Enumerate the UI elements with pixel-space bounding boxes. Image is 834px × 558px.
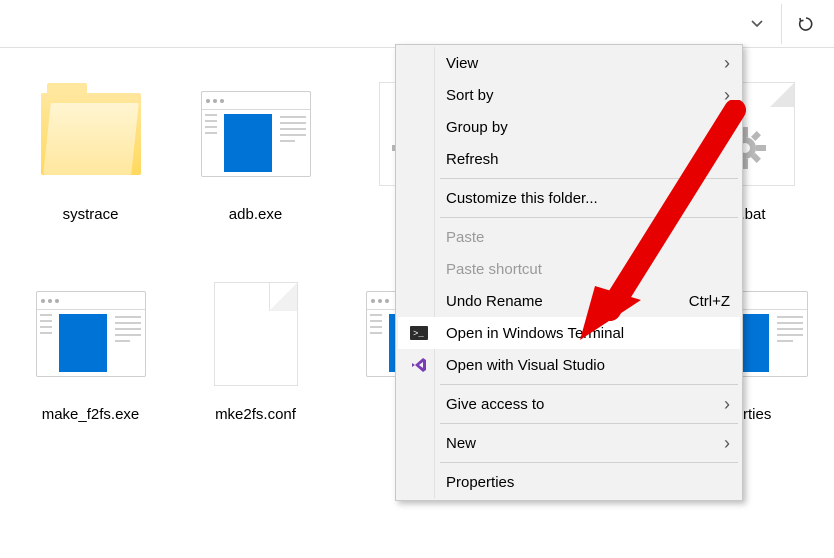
menu-item-open-visual-studio[interactable]: Open with Visual Studio: [398, 349, 740, 381]
menu-item-customize-folder[interactable]: Customize this folder...: [398, 182, 740, 214]
context-menu: View › Sort by › Group by › Refresh Cust…: [395, 44, 743, 501]
chevron-right-icon: ›: [724, 53, 730, 74]
chevron-right-icon: ›: [724, 85, 730, 106]
menu-label: New: [446, 435, 476, 452]
menu-label: Paste: [446, 229, 484, 246]
menu-label: Customize this folder...: [446, 190, 598, 207]
file-item-conf[interactable]: mke2fs.conf: [173, 266, 338, 466]
folder-icon: [31, 74, 151, 194]
menu-label: Group by: [446, 119, 508, 136]
menu-item-sort-by[interactable]: Sort by ›: [398, 79, 740, 111]
menu-label: Undo Rename: [446, 293, 543, 310]
menu-shortcut: Ctrl+Z: [689, 293, 730, 310]
file-label: adb.exe: [229, 206, 282, 223]
menu-label: Give access to: [446, 396, 544, 413]
refresh-icon: [797, 15, 815, 33]
file-item-folder[interactable]: systrace: [8, 66, 173, 266]
menu-item-give-access-to[interactable]: Give access to ›: [398, 388, 740, 420]
menu-item-group-by[interactable]: Group by ›: [398, 111, 740, 143]
file-item-exe[interactable]: adb.exe: [173, 66, 338, 266]
chevron-down-icon: [750, 17, 764, 31]
file-label: mke2fs.conf: [215, 406, 296, 423]
menu-item-paste-shortcut: Paste shortcut: [398, 253, 740, 285]
file-label: .bat: [740, 206, 765, 223]
menu-separator: [440, 178, 738, 179]
menu-separator: [440, 384, 738, 385]
menu-label: Sort by: [446, 87, 494, 104]
visual-studio-icon: [408, 354, 430, 376]
dropdown-button[interactable]: [735, 4, 779, 44]
menu-separator: [440, 423, 738, 424]
toolbar-divider: [781, 4, 782, 44]
file-label: systrace: [63, 206, 119, 223]
exe-icon: [31, 274, 151, 394]
menu-separator: [440, 462, 738, 463]
menu-label: Paste shortcut: [446, 261, 542, 278]
menu-label: Open with Visual Studio: [446, 357, 605, 374]
menu-item-paste: Paste: [398, 221, 740, 253]
refresh-button[interactable]: [784, 4, 828, 44]
menu-label: Refresh: [446, 151, 499, 168]
menu-label: Open in Windows Terminal: [446, 325, 624, 342]
menu-item-refresh[interactable]: Refresh: [398, 143, 740, 175]
menu-item-properties[interactable]: Properties: [398, 466, 740, 498]
menu-item-open-windows-terminal[interactable]: >_ Open in Windows Terminal: [398, 317, 740, 349]
menu-item-new[interactable]: New ›: [398, 427, 740, 459]
menu-item-undo-rename[interactable]: Undo Rename Ctrl+Z: [398, 285, 740, 317]
exe-icon: [196, 74, 316, 194]
chevron-right-icon: ›: [724, 117, 730, 138]
menu-separator: [440, 217, 738, 218]
file-item-exe[interactable]: make_f2fs.exe: [8, 266, 173, 466]
menu-label: Properties: [446, 474, 514, 491]
address-toolbar: [0, 0, 834, 48]
terminal-icon: >_: [408, 322, 430, 344]
chevron-right-icon: ›: [724, 433, 730, 454]
file-label: make_f2fs.exe: [42, 406, 140, 423]
conf-icon: [196, 274, 316, 394]
chevron-right-icon: ›: [724, 394, 730, 415]
menu-item-view[interactable]: View ›: [398, 47, 740, 79]
menu-label: View: [446, 55, 478, 72]
svg-text:>_: >_: [413, 329, 424, 339]
